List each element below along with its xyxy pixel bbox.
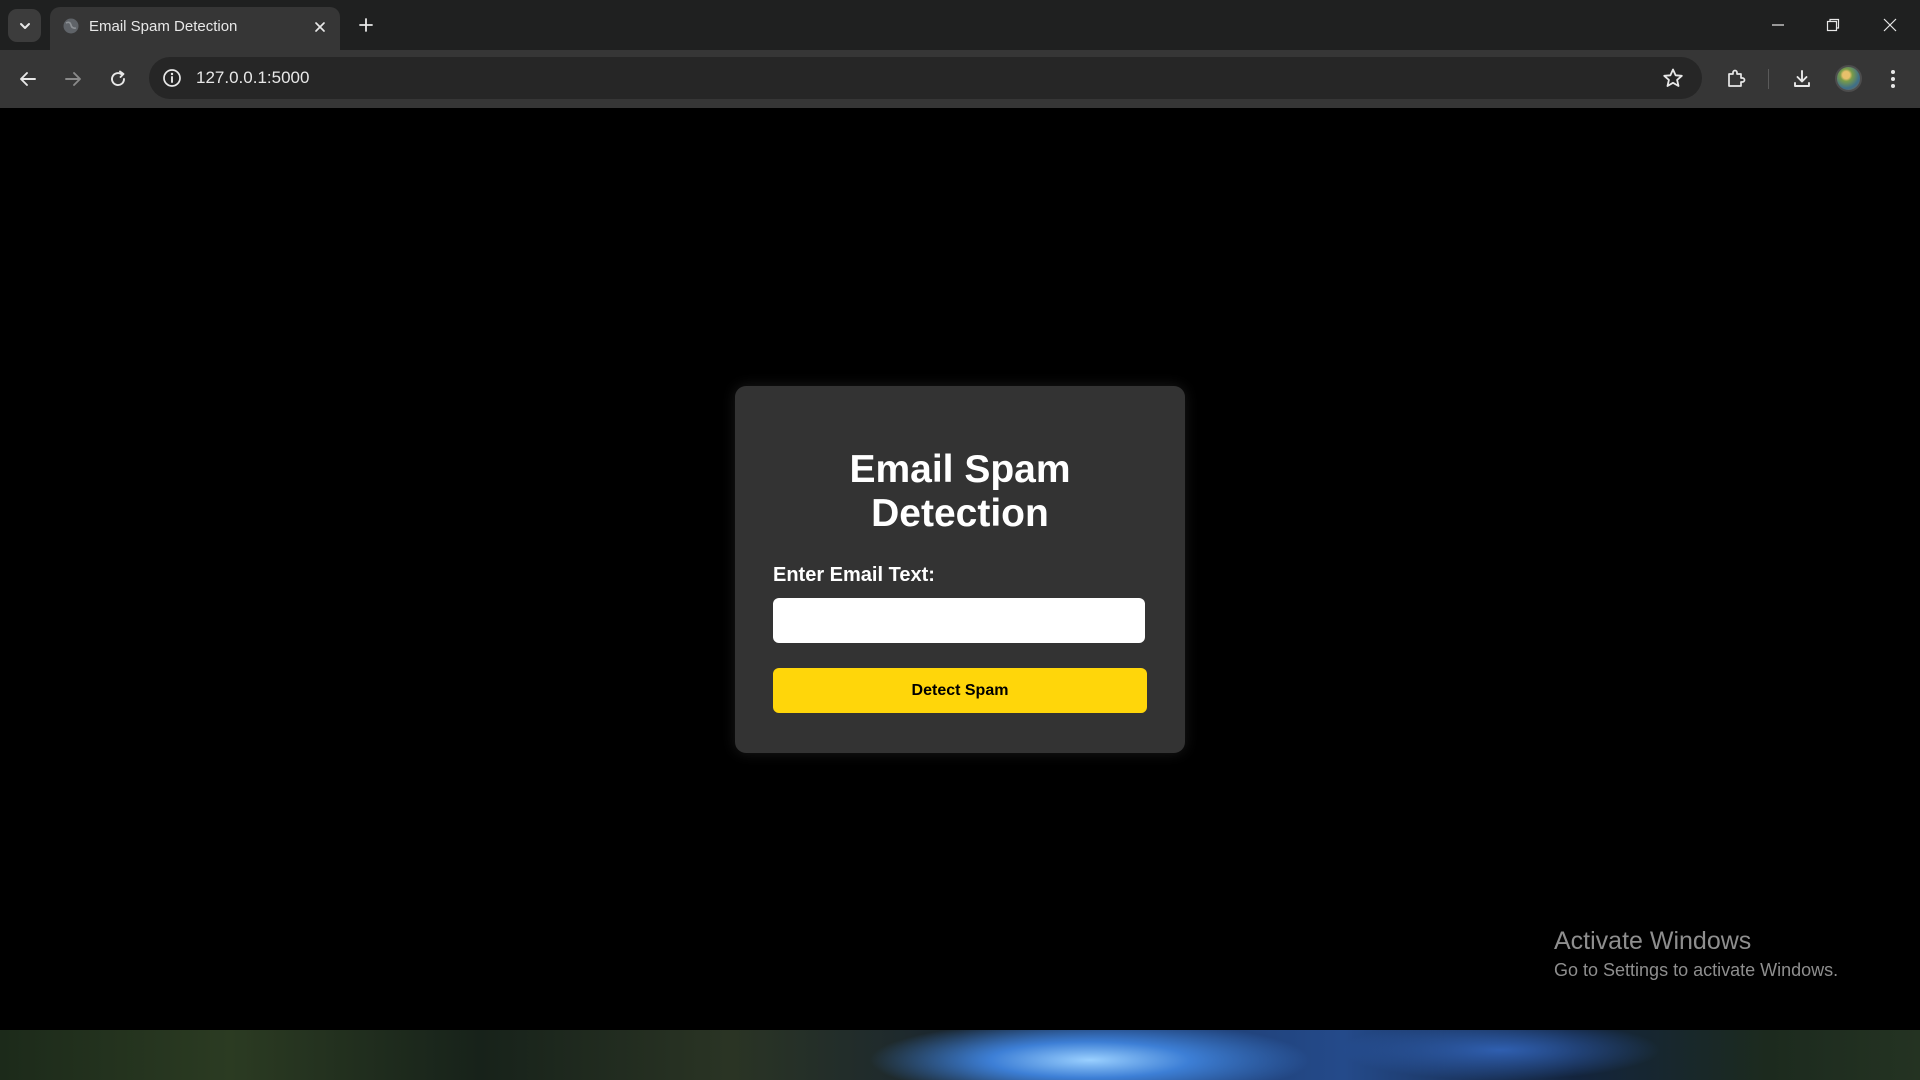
tab-close-button[interactable] <box>309 16 331 38</box>
page-title: Email Spam Detection <box>735 448 1185 536</box>
bookmark-button[interactable] <box>1661 66 1685 90</box>
tab-search-button[interactable] <box>8 9 41 42</box>
tab-strip: Email Spam Detection <box>0 0 1920 50</box>
desktop-wallpaper <box>0 1030 1920 1080</box>
restore-button[interactable] <box>1820 12 1846 38</box>
forward-button[interactable] <box>59 65 87 93</box>
page-viewport: Email Spam Detection Enter Email Text: D… <box>0 108 1920 1030</box>
plus-icon <box>359 18 373 32</box>
minimize-button[interactable] <box>1765 12 1791 38</box>
close-icon <box>315 22 325 32</box>
spam-detection-card: Email Spam Detection Enter Email Text: D… <box>735 386 1185 753</box>
star-icon <box>1663 68 1683 87</box>
site-info-button[interactable] <box>161 67 183 89</box>
detect-spam-button[interactable]: Detect Spam <box>773 668 1147 713</box>
extensions-icon <box>1728 69 1746 87</box>
reload-button[interactable] <box>104 65 132 93</box>
chevron-down-icon <box>19 22 30 29</box>
back-arrow-icon <box>20 72 36 86</box>
tab-active[interactable]: Email Spam Detection <box>50 7 340 50</box>
windows-activation-watermark: Activate Windows Go to Settings to activ… <box>1554 926 1838 982</box>
tab-title: Email Spam Detection <box>89 18 238 35</box>
menu-button[interactable] <box>1879 65 1907 93</box>
window-close-button[interactable] <box>1877 12 1903 38</box>
address-bar[interactable]: 127.0.0.1:5000 <box>149 57 1702 99</box>
new-tab-button[interactable] <box>353 12 379 38</box>
toolbar-separator <box>1768 69 1769 89</box>
browser-toolbar: 127.0.0.1:5000 <box>0 50 1920 108</box>
download-icon <box>1794 70 1810 87</box>
forward-arrow-icon <box>65 72 81 86</box>
kebab-menu-icon <box>1891 70 1895 88</box>
window-close-icon <box>1883 18 1897 32</box>
reload-icon <box>111 70 125 86</box>
site-info-icon <box>163 69 181 87</box>
back-button[interactable] <box>14 65 42 93</box>
restore-icon <box>1826 18 1840 32</box>
url-text[interactable]: 127.0.0.1:5000 <box>196 68 309 88</box>
email-text-input[interactable] <box>773 598 1145 643</box>
downloads-button[interactable] <box>1788 65 1816 93</box>
email-text-label: Enter Email Text: <box>773 564 935 586</box>
page-title-text: Email Spam Detection <box>849 448 1071 535</box>
extensions-button[interactable] <box>1722 65 1750 93</box>
globe-icon <box>63 18 79 34</box>
minimize-icon <box>1772 24 1784 26</box>
watermark-subtitle: Go to Settings to activate Windows. <box>1554 960 1839 980</box>
profile-avatar[interactable] <box>1835 65 1862 92</box>
watermark-title: Activate Windows <box>1554 927 1752 955</box>
